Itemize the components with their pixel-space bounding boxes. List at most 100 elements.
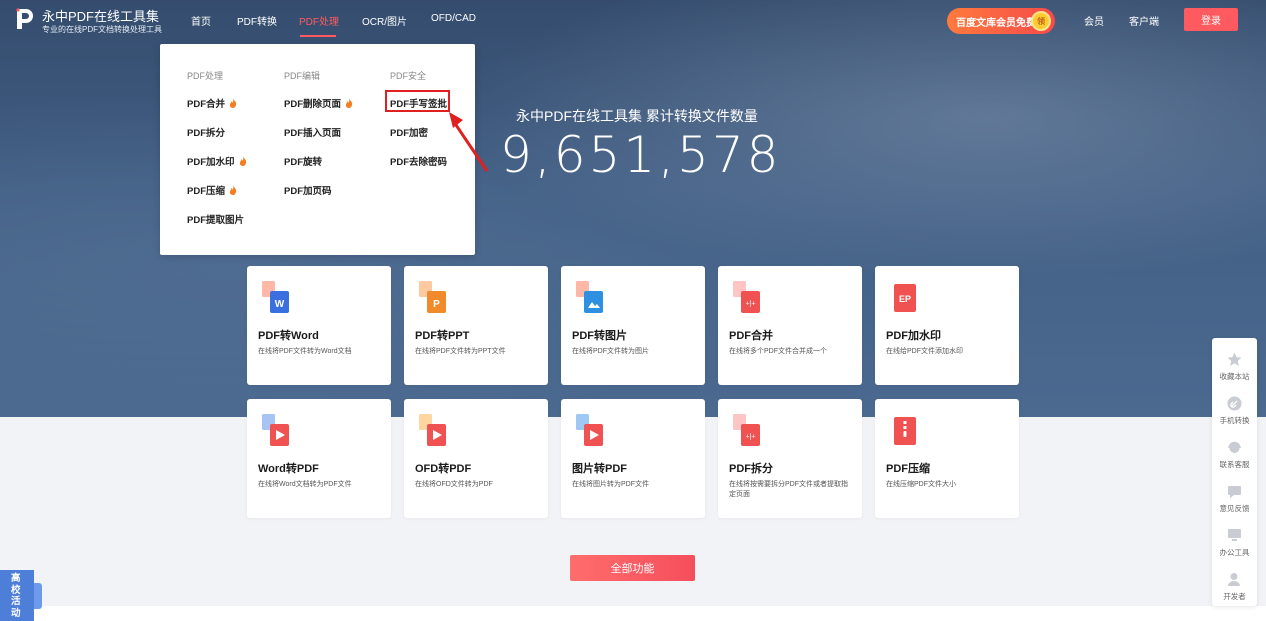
card-pdf-split[interactable]: +|+ PDF拆分 在线将按需要拆分PDF文件或者提取指定页面 <box>718 399 862 518</box>
card-ofd-to-pdf[interactable]: OFD转PDF 在线将OFD文件转为PDF <box>404 399 548 518</box>
card-pdf-to-ppt[interactable]: P PDF转PPT 在线将PDF文件转为PPT文件 <box>404 266 548 385</box>
dropdown-item-label: PDF去除密码 <box>390 157 448 168</box>
card-title: Word转PDF <box>258 463 319 475</box>
headset-icon <box>1228 441 1241 453</box>
dropdown-item-pdf-split[interactable]: PDF拆分 <box>187 125 225 139</box>
dropdown-item-pdf-remove-password[interactable]: PDF去除密码 <box>390 154 447 168</box>
card-title: PDF拆分 <box>729 463 773 475</box>
dropdown-item-pdf-page-numbers[interactable]: PDF加页码 <box>284 183 332 197</box>
card-pdf-to-word[interactable]: W PDF转Word 在线将PDF文件转为Word文档 <box>247 266 391 385</box>
campus-activity-tab[interactable]: 高校活动 <box>0 570 42 621</box>
stats-title: 永中PDF在线工具集 累计转换文件数量 <box>516 108 758 124</box>
dropdown-item-pdf-extract-images[interactable]: PDF提取图片 <box>187 212 244 226</box>
dropdown-item-pdf-rotate[interactable]: PDF旋转 <box>284 154 322 168</box>
card-title: PDF转Word <box>258 330 319 342</box>
top-header: 永中PDF在线工具集 专业的在线PDF文档转换处理工具 首页 PDF转换 PDF… <box>0 0 1266 40</box>
nav-pdf-process[interactable]: PDF处理 <box>299 13 339 28</box>
fire-icon <box>229 98 237 108</box>
star-icon <box>1227 352 1242 366</box>
member-link[interactable]: 会员 <box>1084 13 1104 28</box>
dropdown-heading-edit: PDF编辑 <box>284 71 321 81</box>
logo-icon[interactable] <box>14 7 36 31</box>
nav-ofd-cad[interactable]: OFD/CAD <box>431 13 476 24</box>
card-desc: 在线给PDF文件添加水印 <box>886 348 963 355</box>
dropdown-heading-process: PDF处理 <box>187 71 224 81</box>
annotation-arrow-icon <box>449 112 489 172</box>
active-nav-underline <box>300 35 336 37</box>
sidebar-item-feedback[interactable]: 意见反馈 <box>1212 476 1257 520</box>
sidebar-label: 开发者 <box>1223 592 1246 601</box>
promo-button[interactable]: 百度文库会员免费 领 <box>947 8 1055 34</box>
campus-tab-handle[interactable] <box>34 583 42 609</box>
brand-title: 永中PDF在线工具集 <box>42 9 160 24</box>
dropdown-item-label: PDF旋转 <box>284 157 323 168</box>
card-pdf-compress[interactable]: PDF压缩 在线压缩PDF文件大小 <box>875 399 1019 518</box>
login-button[interactable]: 登录 <box>1184 8 1238 31</box>
svg-text:+|+: +|+ <box>746 434 756 441</box>
dropdown-item-label: PDF加页码 <box>284 186 332 197</box>
card-pdf-to-image[interactable]: PDF转图片 在线将PDF文件转为图片 <box>561 266 705 385</box>
svg-text:EP: EP <box>899 294 911 304</box>
card-desc: 在线将图片转为PDF文件 <box>572 481 649 488</box>
all-features-button[interactable]: 全部功能 <box>570 555 695 581</box>
card-pdf-watermark[interactable]: EP PDF加水印 在线给PDF文件添加水印 <box>875 266 1019 385</box>
card-desc: 在线将Word文档转为PDF文件 <box>258 481 352 488</box>
pdf-to-ppt-icon: P <box>419 281 446 313</box>
card-desc: 在线将多个PDF文件合并成一个 <box>729 348 827 355</box>
card-pdf-merge[interactable]: +|+ PDF合并 在线将多个PDF文件合并成一个 <box>718 266 862 385</box>
client-link[interactable]: 客户端 <box>1129 13 1159 28</box>
pdf-to-word-icon: W <box>262 281 289 313</box>
sidebar-item-office-tools[interactable]: 办公工具 <box>1212 520 1257 564</box>
card-title: 图片转PDF <box>572 463 627 475</box>
dropdown-item-label: PDF加水印 <box>187 157 235 168</box>
sidebar-label: 办公工具 <box>1219 548 1250 557</box>
brand-subtitle: 专业的在线PDF文档转换处理工具 <box>42 25 162 34</box>
dropdown-item-label: PDF提取图片 <box>187 215 245 226</box>
card-title: PDF合并 <box>729 330 773 342</box>
fire-icon <box>229 185 237 195</box>
svg-text:+|+: +|+ <box>746 301 756 308</box>
word-to-pdf-icon <box>262 414 289 446</box>
sidebar-item-developer[interactable]: 开发者 <box>1212 564 1257 608</box>
card-title: PDF转图片 <box>572 330 627 342</box>
sidebar-item-support[interactable]: 联系客服 <box>1212 432 1257 476</box>
sidebar-label: 收藏本站 <box>1219 372 1250 381</box>
highlight-box <box>385 90 450 112</box>
dropdown-item-pdf-compress[interactable]: PDF压缩 <box>187 183 237 197</box>
pdf-watermark-icon: EP <box>894 284 916 312</box>
card-desc: 在线将按需要拆分PDF文件或者提取指定页面 <box>729 481 848 498</box>
dropdown-item-label: PDF加密 <box>390 128 429 139</box>
dropdown-item-label: PDF拆分 <box>187 128 226 139</box>
right-sidebar: 收藏本站 手机转换 联系客服 意见反馈 办公工具 开发者 <box>1212 338 1257 606</box>
dropdown-item-pdf-watermark[interactable]: PDF加水印 <box>187 154 247 168</box>
nav-pdf-convert[interactable]: PDF转换 <box>237 13 277 28</box>
pdf-compress-icon <box>894 417 916 445</box>
stats-count: 9,651,578 <box>500 126 782 184</box>
sidebar-item-mobile[interactable]: 手机转换 <box>1212 388 1257 432</box>
image-to-pdf-icon <box>576 414 603 446</box>
campus-label: 高校活动 <box>11 573 21 619</box>
monitor-icon <box>1228 529 1241 541</box>
dropdown-item-pdf-insert-pages[interactable]: PDF插入页面 <box>284 125 341 139</box>
fire-icon <box>345 98 353 108</box>
sidebar-label: 手机转换 <box>1219 416 1250 425</box>
svg-text:P: P <box>433 299 440 310</box>
sidebar-item-bookmark[interactable]: 收藏本站 <box>1212 344 1257 388</box>
dropdown-item-pdf-delete-pages[interactable]: PDF删除页面 <box>284 96 353 110</box>
card-title: PDF加水印 <box>886 330 941 342</box>
card-word-to-pdf[interactable]: Word转PDF 在线将Word文档转为PDF文件 <box>247 399 391 518</box>
dropdown-item-label: PDF合并 <box>187 99 226 110</box>
fire-icon <box>239 156 246 166</box>
dropdown-item-pdf-merge[interactable]: PDF合并 <box>187 96 237 110</box>
card-desc: 在线将PDF文件转为Word文档 <box>258 348 352 355</box>
pdf-to-image-icon <box>576 281 603 313</box>
link-icon <box>1227 396 1242 411</box>
dropdown-item-label: PDF删除页面 <box>284 99 342 110</box>
ofd-to-pdf-icon <box>419 414 446 446</box>
dropdown-item-pdf-encrypt[interactable]: PDF加密 <box>390 125 428 139</box>
card-desc: 在线将PDF文件转为PPT文件 <box>415 348 506 355</box>
nav-home[interactable]: 首页 <box>191 13 211 28</box>
nav-ocr-image[interactable]: OCR/图片 <box>362 13 407 28</box>
card-image-to-pdf[interactable]: 图片转PDF 在线将图片转为PDF文件 <box>561 399 705 518</box>
dropdown-item-label: PDF压缩 <box>187 186 226 197</box>
